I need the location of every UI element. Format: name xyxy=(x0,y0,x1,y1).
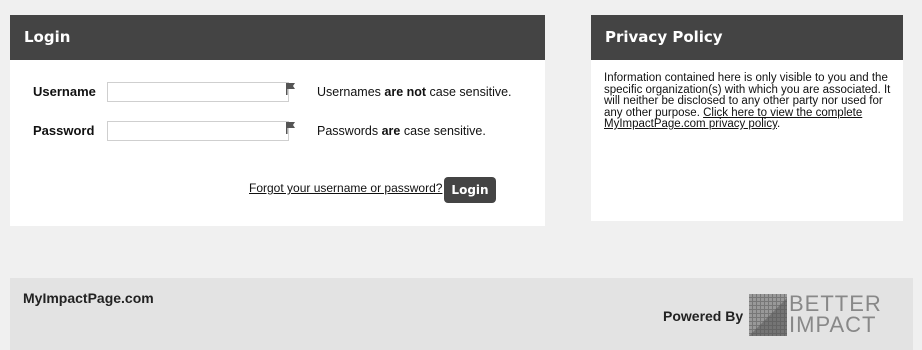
better-impact-logo[interactable]: BETTER IMPACT xyxy=(749,291,889,337)
flag-icon xyxy=(286,122,295,134)
better-impact-grid-logo xyxy=(749,294,787,336)
flag-icon xyxy=(286,83,295,95)
username-label: Username xyxy=(33,84,96,99)
password-hint: Passwords are case sensitive. xyxy=(317,124,486,138)
login-button[interactable]: Login xyxy=(444,177,496,203)
forgot-credentials-link[interactable]: Forgot your username or password? xyxy=(249,181,442,195)
privacy-text: Information contained here is only visib… xyxy=(604,72,891,130)
password-label: Password xyxy=(33,123,95,138)
powered-by-label: Powered By xyxy=(663,308,744,324)
username-row: Username Usernames are not case sensitiv… xyxy=(10,82,545,104)
logo-word-better: BETTER xyxy=(789,291,882,316)
username-field[interactable] xyxy=(107,82,289,102)
login-header: Login xyxy=(10,15,545,60)
username-hint: Usernames are not case sensitive. xyxy=(317,85,512,99)
login-panel: Login Username Usernames are not case se… xyxy=(10,15,545,226)
logo-word-impact: IMPACT xyxy=(789,312,877,337)
password-field[interactable] xyxy=(107,121,289,141)
privacy-header: Privacy Policy xyxy=(591,15,903,60)
privacy-panel: Privacy Policy Information contained her… xyxy=(591,15,903,221)
footer: MyImpactPage.com Powered By BETTER IMPAC… xyxy=(10,278,913,350)
password-row: Password Passwords are case sensitive. xyxy=(10,121,545,143)
footer-site-name: MyImpactPage.com xyxy=(23,290,154,306)
